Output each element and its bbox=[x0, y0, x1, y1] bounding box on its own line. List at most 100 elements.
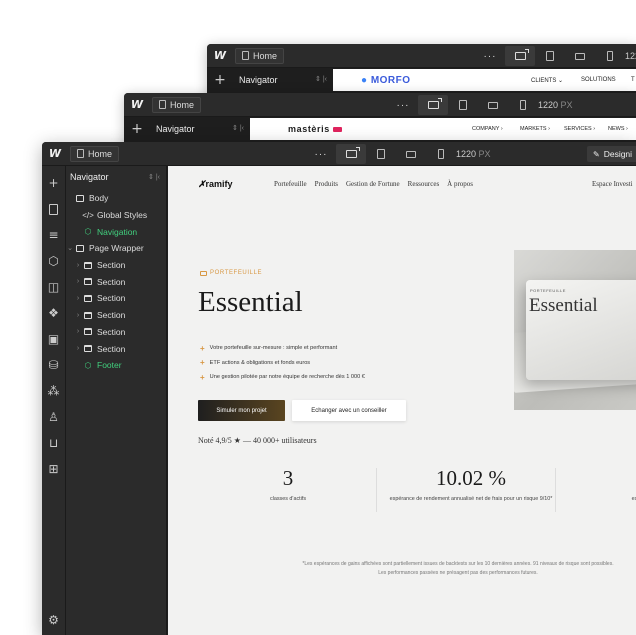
ecommerce-icon[interactable]: ⊔ bbox=[42, 430, 66, 456]
styles-icon[interactable]: ❖ bbox=[42, 300, 66, 326]
landscape-breakpoint-icon[interactable] bbox=[565, 46, 595, 66]
plus-icon: + bbox=[200, 358, 205, 368]
apps-icon[interactable]: ⁂ bbox=[42, 378, 66, 404]
section-icon bbox=[82, 328, 94, 336]
page-icon bbox=[159, 100, 166, 109]
site-menu-item: SERVICES › bbox=[564, 126, 596, 132]
add-icon[interactable]: + bbox=[207, 72, 233, 88]
stat-expected-return-long: 159 espérance de rendeme ans pour u bbox=[631, 496, 636, 502]
desktop-breakpoint-icon[interactable] bbox=[336, 144, 366, 164]
stat-divider bbox=[555, 468, 556, 512]
mode-button[interactable]: ✎ Designi bbox=[587, 146, 636, 162]
page-selector[interactable]: Home bbox=[152, 96, 202, 113]
add-icon[interactable]: + bbox=[124, 121, 150, 137]
site-logo: mastèris bbox=[288, 124, 342, 134]
breakpoint-bar: ··· 1220 PX bbox=[388, 95, 573, 115]
landscape-breakpoint-icon[interactable] bbox=[478, 95, 508, 115]
phone-breakpoint-icon[interactable] bbox=[508, 95, 538, 115]
chevron-right-icon: › bbox=[76, 311, 80, 319]
top-bar: W Home ··· 1220 PX ✎ Designi bbox=[42, 142, 636, 166]
disclaimer: *Les espérances de gains affichées sont … bbox=[302, 561, 614, 576]
list-item: + Votre portefeuille sur-mesure : simple … bbox=[200, 343, 338, 353]
brush-icon: ✎ bbox=[593, 149, 600, 159]
box-icon bbox=[74, 194, 86, 202]
site-menu-item[interactable]: Ressources bbox=[408, 180, 440, 188]
plus-icon: + bbox=[200, 343, 205, 353]
component-icon: ⬡ bbox=[84, 360, 92, 370]
pages-icon[interactable] bbox=[42, 196, 66, 222]
page-selector-label: Home bbox=[170, 99, 195, 110]
users-icon[interactable]: ♙ bbox=[42, 404, 66, 430]
site-menu-item[interactable]: Gestion de Fortune bbox=[346, 180, 400, 188]
variables-icon[interactable]: ◫ bbox=[42, 274, 66, 300]
cms-icon[interactable]: ⛁ bbox=[42, 352, 66, 378]
simulate-button[interactable]: Simuler mon projet bbox=[198, 400, 285, 421]
webflow-logo[interactable]: W bbox=[42, 147, 68, 160]
phone-breakpoint-icon[interactable] bbox=[595, 46, 625, 66]
navigator-icon[interactable]: ≡ bbox=[42, 222, 66, 248]
tree-item-footer[interactable]: ⬡ Footer bbox=[66, 357, 166, 374]
tree-item-section[interactable]: › Section bbox=[66, 340, 166, 357]
components-icon[interactable]: ⬡ bbox=[42, 248, 66, 274]
canvas-width: 1220 bbox=[625, 51, 636, 61]
add-icon[interactable]: + bbox=[42, 170, 66, 196]
breakpoint-bar: ··· 1220 bbox=[475, 46, 636, 66]
chevron-right-icon: › bbox=[76, 294, 80, 302]
tree-item-section[interactable]: › Section bbox=[66, 290, 166, 307]
section-icon bbox=[82, 311, 94, 319]
chevron-right-icon: › bbox=[76, 345, 80, 353]
more-icon[interactable]: ··· bbox=[475, 46, 505, 66]
navigator-controls[interactable]: ⇕ |‹ bbox=[148, 173, 160, 181]
section-icon bbox=[82, 261, 94, 269]
desktop-breakpoint-icon[interactable] bbox=[505, 46, 535, 66]
tablet-breakpoint-icon[interactable] bbox=[448, 95, 478, 115]
design-canvas[interactable]: ✗ramify Portefeuille Produits Gestion de… bbox=[168, 166, 636, 635]
client-space-link[interactable]: Espace Investi bbox=[592, 180, 633, 188]
site-menu-item[interactable]: Portefeuille bbox=[274, 180, 307, 188]
tree-item-page-wrapper[interactable]: ⌄ Page Wrapper bbox=[66, 240, 166, 257]
section-icon bbox=[82, 345, 94, 353]
site-preview-strip: ● MORFO CLIENTS ⌄ SOLUTIONS T bbox=[333, 69, 636, 91]
tree-item-navigation[interactable]: ⬡ Navigation bbox=[66, 223, 166, 240]
rating-text: Noté 4,9/5 ★ — 40 000+ utilisateurs bbox=[198, 436, 317, 445]
page-selector[interactable]: Home bbox=[235, 47, 285, 64]
site-menu-item: SOLUTIONS bbox=[581, 77, 616, 83]
site-menu-item[interactable]: À propos bbox=[447, 180, 473, 188]
tree-item-body[interactable]: Body bbox=[66, 190, 166, 207]
page-selector[interactable]: Home bbox=[70, 145, 120, 162]
more-icon[interactable]: ··· bbox=[306, 144, 336, 164]
site-logo[interactable]: ✗ramify bbox=[198, 179, 233, 190]
breakpoint-bar: ··· 1220 PX bbox=[306, 144, 491, 164]
chevron-right-icon: › bbox=[76, 328, 80, 336]
site-menu-item[interactable]: Produits bbox=[315, 180, 338, 188]
assets-icon[interactable]: ▣ bbox=[42, 326, 66, 352]
desktop-breakpoint-icon[interactable] bbox=[418, 95, 448, 115]
marketplace-icon[interactable]: ⊞ bbox=[42, 456, 66, 482]
box-icon bbox=[74, 244, 86, 252]
tree-item-section[interactable]: › Section bbox=[66, 257, 166, 274]
tree-item-global-styles[interactable]: </> Global Styles bbox=[66, 207, 166, 224]
more-icon[interactable]: ··· bbox=[388, 95, 418, 115]
designer-window-front: W Home ··· 1220 PX ✎ Designi + ≡ ⬡ ◫ ❖ ▣ … bbox=[42, 142, 636, 635]
landscape-breakpoint-icon[interactable] bbox=[396, 144, 426, 164]
tree-item-section[interactable]: › Section bbox=[66, 307, 166, 324]
component-icon: ⬡ bbox=[84, 227, 92, 237]
chevron-right-icon: › bbox=[76, 261, 80, 269]
navigator-title: Navigator ⇕ |‹ bbox=[156, 124, 244, 134]
contact-advisor-button[interactable]: Echanger avec un conseiller bbox=[292, 400, 406, 421]
list-item: + Une gestion pilotée par notre équipe de… bbox=[200, 372, 365, 382]
hero-headline: Essential bbox=[198, 286, 303, 318]
webflow-logo[interactable]: W bbox=[207, 49, 233, 62]
tree-item-section[interactable]: › Section bbox=[66, 324, 166, 341]
stat-expected-return: 10.02 % espérance de rendement annualisé… bbox=[389, 466, 553, 502]
tree-item-section[interactable]: › Section bbox=[66, 273, 166, 290]
phone-breakpoint-icon[interactable] bbox=[426, 144, 456, 164]
rail-spacer bbox=[42, 482, 66, 607]
tablet-breakpoint-icon[interactable] bbox=[366, 144, 396, 164]
settings-icon[interactable]: ⚙ bbox=[42, 607, 66, 633]
hero-image-eyebrow: PORTEFEUILLE bbox=[530, 288, 566, 293]
tablet-breakpoint-icon[interactable] bbox=[535, 46, 565, 66]
section-icon bbox=[82, 294, 94, 302]
webflow-logo[interactable]: W bbox=[124, 98, 150, 111]
navigator-title: Navigator ⇕ |‹ bbox=[239, 75, 327, 85]
